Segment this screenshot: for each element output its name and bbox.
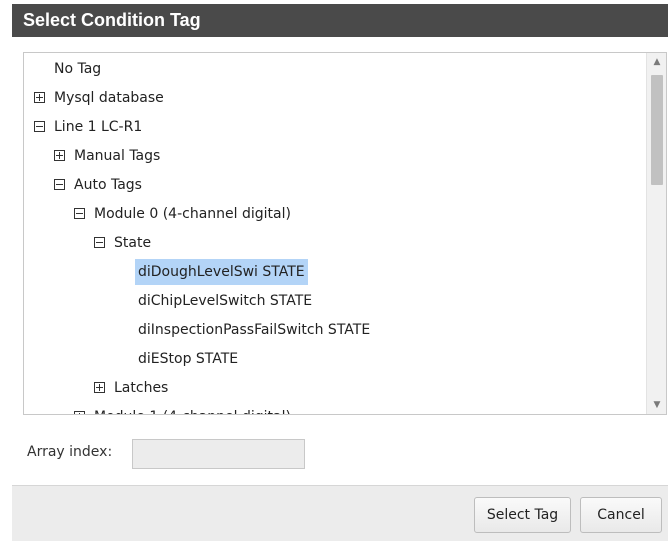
tree-item[interactable]: Module 1 (4-channel digital) <box>74 404 294 414</box>
tree-item-label: Mysql database <box>54 90 164 106</box>
expand-icon[interactable] <box>94 381 105 393</box>
tree-item[interactable]: diDoughLevelSwi STATE <box>135 259 308 285</box>
array-index-label: Array index: <box>27 444 113 460</box>
select-condition-tag-dialog: Select Condition Tag No Tag Mysql databas… <box>0 0 668 541</box>
tree-item[interactable]: Auto Tags <box>54 172 145 198</box>
scroll-down-arrow-icon[interactable]: ▼ <box>647 396 666 414</box>
tag-tree[interactable]: No Tag Mysql database Line 1 LC-R1 Manual T… <box>23 52 667 415</box>
tree-item-label: Latches <box>114 380 169 396</box>
tree-item[interactable]: Mysql database <box>34 85 167 111</box>
tree-item-label: Line 1 LC-R1 <box>54 119 143 135</box>
scroll-up-arrow-icon[interactable]: ▲ <box>647 53 666 71</box>
tree-item[interactable]: diInspectionPassFailSwitch STATE <box>135 317 373 343</box>
tree-item-label: Manual Tags <box>74 148 161 164</box>
expand-icon[interactable] <box>34 91 45 103</box>
tree-item[interactable]: diChipLevelSwitch STATE <box>135 288 315 314</box>
tree-item-label: diDoughLevelSwi STATE <box>135 259 308 285</box>
tree-item-label: Module 1 (4-channel digital) <box>91 404 294 414</box>
tree-item-label: State <box>114 235 152 251</box>
tree-item[interactable]: Manual Tags <box>54 143 163 169</box>
tree-item-label: diChipLevelSwitch STATE <box>138 293 313 309</box>
expand-icon[interactable] <box>54 149 65 161</box>
expand-icon[interactable] <box>74 410 85 414</box>
cancel-button[interactable]: Cancel <box>580 497 662 533</box>
tree-item[interactable]: diEStop STATE <box>135 346 241 372</box>
collapse-icon[interactable] <box>74 207 85 219</box>
tree-item[interactable]: State <box>94 230 154 256</box>
collapse-icon[interactable] <box>54 178 65 190</box>
select-tag-button[interactable]: Select Tag <box>474 497 571 533</box>
tree-item-label: No Tag <box>54 61 102 77</box>
tree-item-label: Module 0 (4-channel digital) <box>94 206 291 222</box>
collapse-icon[interactable] <box>34 120 45 132</box>
collapse-icon[interactable] <box>94 236 105 248</box>
tree-item-label: diEStop STATE <box>138 351 239 367</box>
tree-scrollbar[interactable]: ▲ ▼ <box>646 53 666 414</box>
tree-item-label: diInspectionPassFailSwitch STATE <box>138 322 371 338</box>
dialog-title: Select Condition Tag <box>12 4 668 37</box>
tree-item[interactable]: No Tag <box>51 56 104 82</box>
tree-item[interactable]: Module 0 (4-channel digital) <box>74 201 294 227</box>
tree-item-label: Auto Tags <box>74 177 142 193</box>
tree-item[interactable]: Latches <box>94 375 171 401</box>
tree-item[interactable]: Line 1 LC-R1 <box>34 114 145 140</box>
array-index-input[interactable] <box>132 439 305 469</box>
scroll-thumb[interactable] <box>651 75 663 185</box>
